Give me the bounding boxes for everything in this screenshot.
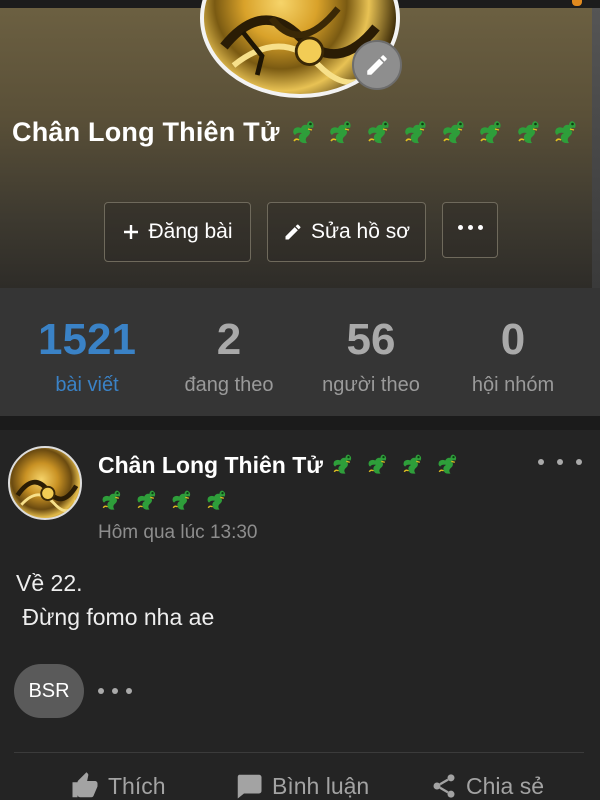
share-label: Chia sẻ <box>466 772 544 799</box>
post-author-name: Chân Long Thiên Tử <box>98 452 323 478</box>
dragon-emoji <box>325 117 355 147</box>
more-dot <box>576 459 582 465</box>
dragon-emoji <box>475 117 505 147</box>
post-reactions: Thích Bình luận Chia sẻ <box>0 766 600 800</box>
like-button[interactable]: Thích <box>70 766 166 800</box>
more-dot <box>112 688 118 694</box>
stat-groups[interactable]: 0 hội nhóm <box>438 312 588 397</box>
more-dot <box>98 688 104 694</box>
comment-button[interactable]: Bình luận <box>234 766 369 800</box>
stat-following-value: 2 <box>216 315 242 364</box>
dragon-emoji <box>168 487 194 513</box>
like-label: Thích <box>108 772 166 799</box>
plus-icon <box>122 223 140 241</box>
stat-following-label: đang theo <box>184 374 274 396</box>
profile-name: Chân Long Thiên Tử <box>12 116 280 147</box>
more-options-button[interactable] <box>442 202 498 258</box>
tag-more-button[interactable] <box>98 687 132 695</box>
dragon-emoji <box>288 117 318 147</box>
author-emoji-group <box>98 484 518 518</box>
dragon-emoji <box>434 451 460 477</box>
stat-followers-label: người theo <box>322 374 420 396</box>
more-dot <box>557 459 563 465</box>
stat-posts-label: bài viết <box>55 374 119 396</box>
stock-tag[interactable]: BSR <box>14 664 84 718</box>
create-post-button[interactable]: Đăng bài <box>104 202 251 262</box>
profile-stats: 1521 bài viết 2 đang theo 56 người theo … <box>0 288 600 416</box>
stat-followers-value: 56 <box>346 315 396 364</box>
share-button[interactable]: Chia sẻ <box>430 766 544 800</box>
edit-profile-button[interactable]: Sửa hồ sơ <box>267 202 426 262</box>
stat-posts[interactable]: 1521 bài viết <box>12 312 162 397</box>
section-gap <box>0 416 600 430</box>
dragon-emoji <box>400 117 430 147</box>
dragon-emoji <box>438 117 468 147</box>
dragon-emoji <box>133 487 159 513</box>
post-divider <box>14 752 584 753</box>
post-body: Về 22. Đừng fomo nha ae <box>16 570 215 630</box>
post-author[interactable]: Chân Long Thiên Tử <box>98 448 518 518</box>
edit-profile-label: Sửa hồ sơ <box>310 220 411 243</box>
dragon-emoji <box>98 487 124 513</box>
author-emoji-group <box>329 452 469 478</box>
comment-label: Bình luận <box>272 772 370 799</box>
dragon-emoji <box>399 451 425 477</box>
more-dot <box>126 688 132 694</box>
pencil-icon <box>283 222 303 242</box>
stat-posts-value: 1521 <box>38 315 136 364</box>
pencil-icon <box>367 55 387 75</box>
share-icon <box>430 772 458 800</box>
name-emoji-group <box>288 117 588 147</box>
post-timestamp: Hôm qua lúc 13:30 <box>98 522 258 543</box>
comment-icon <box>234 771 264 800</box>
stat-groups-value: 0 <box>500 315 526 364</box>
profile-header: Chân Long Thiên Tử Đăng bài Sửa hồ sơ <box>0 0 600 288</box>
post-more-button[interactable] <box>538 450 582 474</box>
more-icon <box>457 224 483 230</box>
stat-following[interactable]: 2 đang theo <box>154 312 304 397</box>
post-card: Chân Long Thiên Tử Hôm qua lúc 13:30 Về … <box>0 430 600 800</box>
dragon-emoji <box>364 451 390 477</box>
dragon-emoji <box>329 451 355 477</box>
avatar-art <box>15 479 79 513</box>
create-post-label: Đăng bài <box>148 220 233 243</box>
stat-followers[interactable]: 56 người theo <box>296 312 446 397</box>
stat-groups-label: hội nhóm <box>471 374 555 396</box>
profile-actions: Đăng bài Sửa hồ sơ <box>0 202 600 264</box>
dragon-emoji <box>203 487 229 513</box>
dragon-emoji <box>363 117 393 147</box>
more-dot <box>538 459 544 465</box>
profile-name-row: Chân Long Thiên Tử <box>12 112 588 152</box>
notification-accent <box>572 0 582 6</box>
post-author-avatar[interactable] <box>8 446 82 520</box>
edit-avatar-button[interactable] <box>352 40 402 90</box>
dragon-emoji <box>513 117 543 147</box>
dragon-emoji <box>550 117 580 147</box>
like-icon <box>70 771 100 800</box>
